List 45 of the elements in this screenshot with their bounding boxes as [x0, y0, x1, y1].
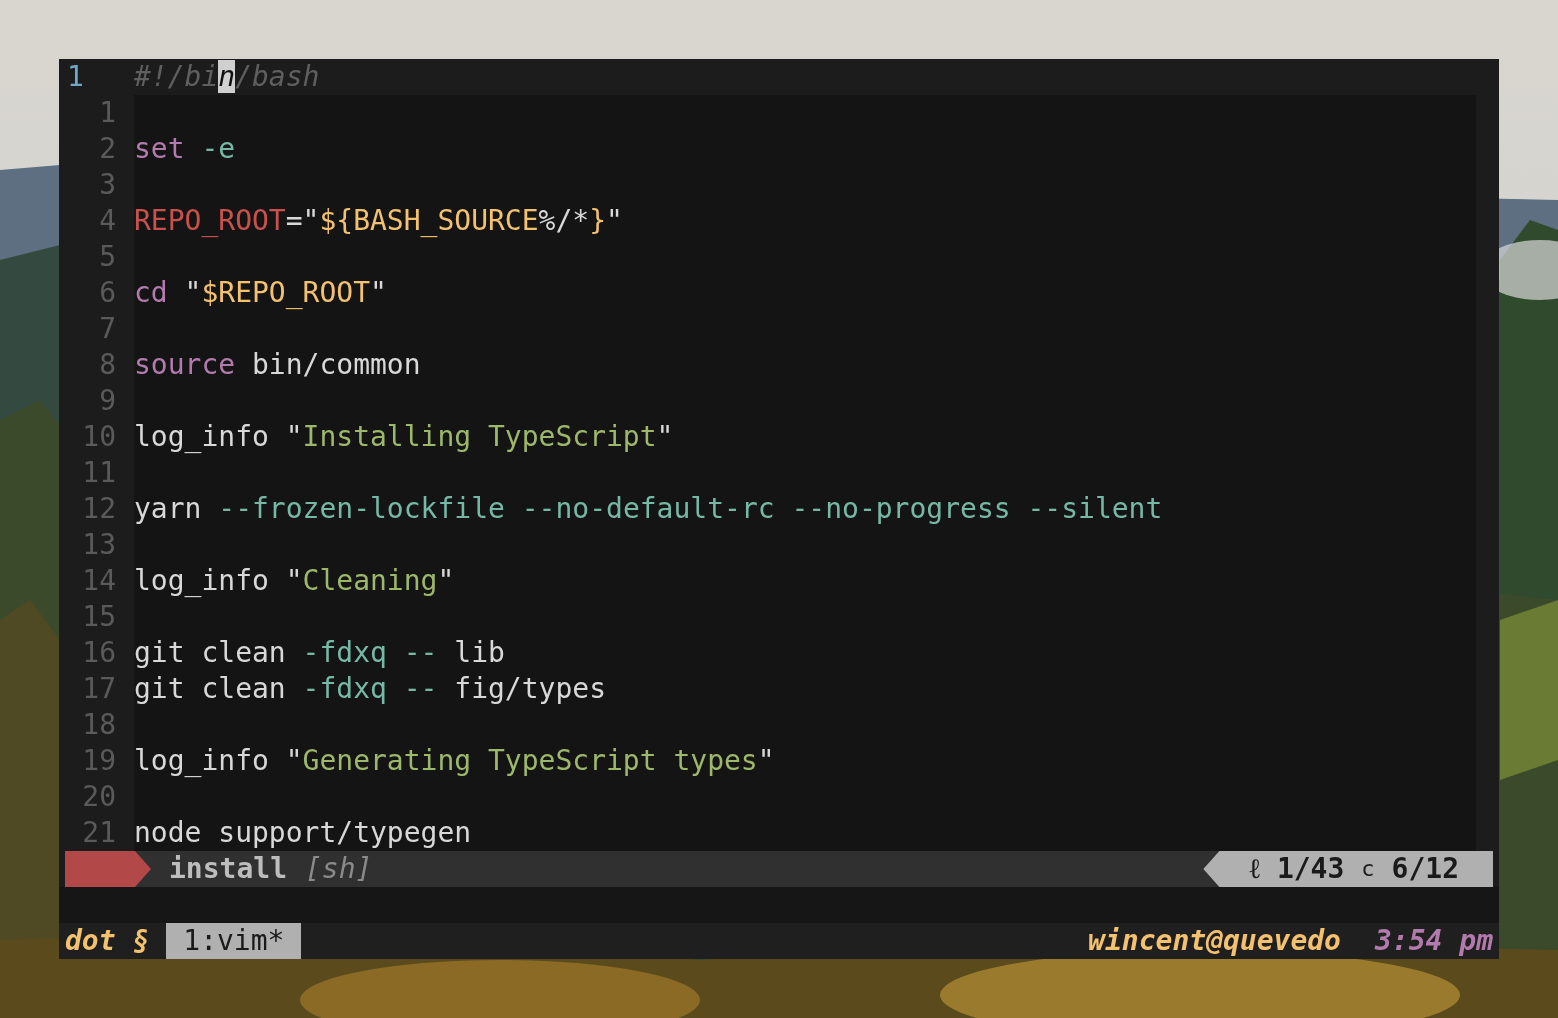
code-line: log_info "Installing TypeScript" [134, 420, 674, 453]
line-number: 21 [82, 815, 116, 851]
code-line: #!/bin/bash [134, 60, 320, 93]
file-type: [sh] [305, 851, 373, 887]
code-line: git clean -fdxq -- fig/types [134, 672, 606, 705]
line-number: 3 [99, 167, 116, 203]
code-line: set -e [134, 132, 236, 165]
line-number: 1 [99, 95, 116, 131]
line-number: 14 [82, 563, 116, 599]
mode-arrow-icon [65, 851, 151, 887]
line-label: ℓ [1249, 851, 1260, 887]
code-line: node support/typegen [134, 816, 472, 849]
line-number: 18 [82, 707, 116, 743]
code-line: git clean -fdxq -- lib [134, 636, 505, 669]
line-number: 7 [99, 311, 116, 347]
line-number: 12 [82, 491, 116, 527]
line-number: 10 [82, 419, 116, 455]
line-number: 6 [99, 275, 116, 311]
line-number: 5 [99, 239, 116, 275]
file-name: install [169, 851, 287, 887]
line-number: 20 [82, 779, 116, 815]
line-position: 1/43 [1276, 851, 1345, 887]
line-number: 11 [82, 455, 116, 491]
code-line: log_info "Generating TypeScript types" [134, 744, 775, 777]
line-number: 9 [99, 383, 116, 419]
line-number: 4 [99, 203, 116, 239]
line-number: 16 [82, 635, 116, 671]
code-line: log_info "Cleaning" [134, 564, 455, 597]
column-label: c [1361, 855, 1375, 883]
code-line: yarn --frozen-lockfile --no-default-rc --no-progress --silent [134, 492, 1163, 525]
code-line: source bin/common [134, 348, 421, 381]
line-number: 1 [67, 59, 84, 95]
window-tab[interactable]: 1:vim* [166, 923, 302, 959]
clock: 3:54 pm [1375, 923, 1493, 959]
line-number: 8 [99, 347, 116, 383]
column-position: 6/12 [1391, 851, 1459, 887]
line-number: 15 [82, 599, 116, 635]
code-line: cd "$REPO_ROOT" [134, 276, 387, 309]
line-number: 17 [82, 671, 116, 707]
user-host: wincent@quevedo [1088, 923, 1341, 959]
line-number: 19 [82, 743, 116, 779]
session-name: dot § [65, 923, 150, 959]
code-line: REPO_ROOT="${BASH_SOURCE%/*}" [134, 204, 623, 237]
line-number: 13 [82, 527, 116, 563]
line-number: 2 [99, 131, 116, 167]
